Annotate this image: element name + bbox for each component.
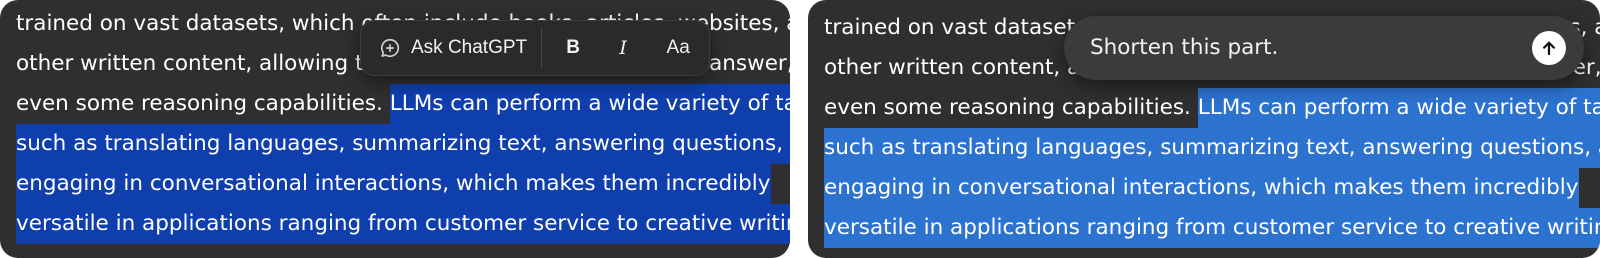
prompt-input[interactable]: Shorten this part. (1064, 16, 1584, 80)
text-unselected[interactable]: even some reasoning capabilities. (824, 88, 1198, 128)
text-line[interactable]: engaging in conversational interactions,… (824, 168, 1579, 208)
font-style-button[interactable]: Aa (648, 21, 708, 75)
text-line[interactable]: such as translating languages, summarizi… (824, 128, 1600, 168)
text-selection[interactable]: such as translating languages, summarizi… (824, 128, 1600, 168)
text-selection[interactable]: versatile in applications ranging from c… (824, 208, 1600, 248)
text-selection[interactable]: engaging in conversational interactions,… (16, 164, 771, 204)
text-selection[interactable]: versatile in applications ranging from c… (16, 204, 790, 244)
text-line[interactable]: even some reasoning capabilities. LLMs c… (16, 84, 790, 124)
text-line[interactable]: versatile in applications ranging from c… (824, 208, 1600, 248)
chat-plus-icon (381, 38, 400, 58)
text-line[interactable]: such as translating languages, summarizi… (16, 124, 790, 164)
text-selection[interactable]: such as translating languages, summarizi… (16, 124, 790, 164)
send-button[interactable] (1532, 31, 1566, 65)
selection-toolbar: Ask ChatGPT B I Aa (360, 20, 710, 76)
editor-panel-right[interactable]: trained on vast datasets, which often in… (808, 0, 1600, 258)
editor-panel-left[interactable]: trained on vast datasets, which often in… (0, 0, 790, 258)
text-line[interactable]: versatile in applications ranging from c… (16, 204, 790, 244)
toolbar-divider (541, 28, 543, 68)
text-selection[interactable]: engaging in conversational interactions,… (824, 168, 1579, 208)
ask-chatgpt-button[interactable]: Ask ChatGPT (361, 21, 541, 75)
text-line[interactable]: engaging in conversational interactions,… (16, 164, 771, 204)
text-selection[interactable]: LLMs can perform a wide variety of tasks (1197, 88, 1600, 128)
arrow-up-icon (1543, 41, 1555, 56)
ask-chatgpt-label: Ask ChatGPT (411, 37, 528, 58)
text-selection[interactable]: LLMs can perform a wide variety of tasks (389, 84, 790, 124)
bold-button[interactable]: B (548, 21, 598, 75)
italic-button[interactable]: I (598, 21, 648, 75)
text-unselected[interactable]: even some reasoning capabilities. (16, 84, 390, 124)
text-line[interactable]: even some reasoning capabilities. LLMs c… (824, 88, 1600, 128)
prompt-text[interactable]: Shorten this part. (1090, 16, 1278, 80)
